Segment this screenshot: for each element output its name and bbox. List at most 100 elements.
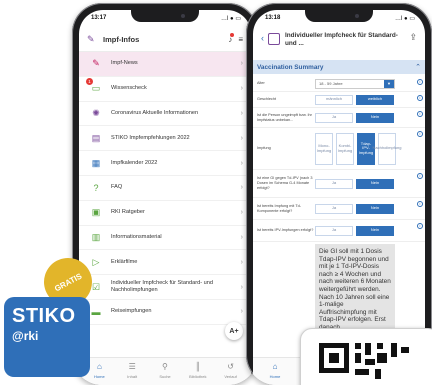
tab-label: Verlauf xyxy=(224,374,237,379)
sex-female-button[interactable]: weiblich xyxy=(356,94,394,105)
suitcase-icon: ▬ xyxy=(91,306,101,317)
chevron-right-icon: › xyxy=(240,209,243,217)
menu-item-label: Impf-News xyxy=(111,60,138,67)
chevron-down-icon: ▼ xyxy=(384,79,394,88)
signal-battery-icon: …l ● ▭ xyxy=(221,16,241,22)
menu-item-reiseimpfungen[interactable]: ▬ Reiseimpfungen › xyxy=(79,300,251,325)
chevron-right-icon: › xyxy=(240,109,243,117)
status-yes-button[interactable]: Ja xyxy=(315,112,353,123)
menu-item-coronavirus[interactable]: ✺ Coronavirus Aktuelle Informationen › xyxy=(79,102,251,127)
menu-item-label: Reiseimpfungen xyxy=(111,308,152,315)
info-icon[interactable]: i xyxy=(417,223,423,229)
share-icon[interactable]: ⇪ xyxy=(409,32,417,43)
main-menu: ✎ Impf-News › ▭ 1 Wissenscheck › ✺ Corona… xyxy=(79,52,251,325)
form-row-vaccination: Impfung Mono-Impfung Kombi-Impfung Tdap-… xyxy=(253,128,425,170)
vacc-mono-button[interactable]: Mono-Impfung xyxy=(315,132,333,165)
stiko-subtitle: @rki xyxy=(12,329,39,343)
vacc-nachhol-button[interactable]: Nachholimpfung xyxy=(373,132,401,165)
age-select[interactable]: 18 - 59 Jahre ▼ xyxy=(315,78,395,89)
home-icon: ⌂ xyxy=(96,362,102,371)
stiko-app-badge: STIKO @rki xyxy=(4,297,90,377)
info-icon[interactable]: i xyxy=(417,131,423,137)
qr-code-icon xyxy=(319,343,409,379)
hamburger-icon[interactable]: ≡ xyxy=(238,35,243,44)
qr-code-card xyxy=(300,328,432,385)
page-title: Individueller Impfcheck für Standard- un… xyxy=(285,32,398,47)
q1-label: Ist eine GI gegen Td-IPV (nach 3 Dosen i… xyxy=(257,176,313,190)
calendar-icon: ▦ xyxy=(91,157,101,168)
virus-icon: ✺ xyxy=(92,107,100,118)
notch xyxy=(305,10,373,22)
info-icon[interactable]: i xyxy=(417,111,423,117)
left-screen: 13:17 …l ● ▭ ✎ Impf-Infos ♪ ≡ ✎ Impf-New… xyxy=(79,10,251,385)
form-row-q3: Ist bereits IPV-Impfungen erfolgt? Ja Ne… xyxy=(253,220,425,242)
back-icon[interactable]: ‹ xyxy=(261,33,264,43)
chevron-right-icon: › xyxy=(240,258,243,266)
tab-bibliothek[interactable]: ║ Bibliothek xyxy=(186,362,210,385)
tab-label: Bibliothek xyxy=(189,374,207,379)
info-icon[interactable]: i xyxy=(417,79,423,85)
chat-icon: ▭ 1 xyxy=(86,77,103,96)
menu-item-rki-ratgeber[interactable]: ▣ RKI Ratgeber › xyxy=(79,201,251,226)
checklist-icon xyxy=(268,33,280,45)
vacc-kombi-button[interactable]: Kombi-Impfung xyxy=(336,132,354,165)
play-icon: ▷ xyxy=(92,256,100,267)
tab-label: Suche xyxy=(159,374,171,379)
chevron-right-icon: › xyxy=(240,283,243,291)
menu-item-label: Impfkalender 2022 xyxy=(111,159,158,166)
menu-item-faq[interactable]: ? FAQ › xyxy=(79,176,251,201)
search-icon: ⚲ xyxy=(162,362,168,371)
info-icon[interactable]: i xyxy=(417,201,423,207)
signal-battery-icon: …l ● ▭ xyxy=(395,16,415,22)
q1-yes-button[interactable]: Ja xyxy=(315,178,353,189)
chevron-right-icon: › xyxy=(240,159,243,167)
tab-inhalt[interactable]: ☰ Inhalt xyxy=(120,362,144,385)
menu-item-erklaerfilme[interactable]: ▷ Erklärfilme › xyxy=(79,250,251,276)
app-header: ✎ Impf-Infos ♪ ≡ xyxy=(79,28,251,52)
tab-verlauf[interactable]: ↺ Verlauf xyxy=(219,362,243,385)
bell-icon[interactable]: ♪ xyxy=(228,33,235,44)
camera-icon xyxy=(181,14,185,18)
menu-item-label: STIKO Impfempfehlungen 2022 xyxy=(111,134,190,141)
library-icon: ║ xyxy=(194,362,201,371)
detail-header: ‹ Individueller Impfcheck für Standard- … xyxy=(253,28,425,58)
sex-male-button[interactable]: männlich xyxy=(315,94,353,105)
impfcheck-form: Alter 18 - 59 Jahre ▼ i Geschlecht männl… xyxy=(253,76,425,242)
q2-yes-button[interactable]: Ja xyxy=(315,203,353,214)
menu-item-impfkalender[interactable]: ▦ Impfkalender 2022 › xyxy=(79,151,251,176)
q1-no-button[interactable]: Nein xyxy=(356,178,394,189)
q2-no-button[interactable]: Nein xyxy=(356,203,394,214)
age-label: Alter xyxy=(257,81,265,85)
menu-item-impf-news[interactable]: ✎ Impf-News › xyxy=(79,52,251,77)
menu-item-stiko-empfehlungen[interactable]: ▤ STIKO Impfempfehlungen 2022 › xyxy=(79,126,251,152)
info-icon[interactable]: i xyxy=(417,173,423,179)
folder-icon: ▥ xyxy=(91,231,101,242)
font-size-button[interactable]: A+ xyxy=(225,322,243,340)
status-time: 13:18 xyxy=(265,15,281,21)
menu-item-label: Individueller Impfcheck für Standard- un… xyxy=(111,280,213,294)
stiko-title: STIKO xyxy=(12,305,76,327)
q2-label: Ist bereits Impfung mit Td-Komponente er… xyxy=(257,203,302,213)
camera-icon xyxy=(355,14,359,18)
notch xyxy=(131,10,199,22)
menu-item-wissenscheck[interactable]: ▭ 1 Wissenscheck › xyxy=(79,77,251,102)
info-icon[interactable]: i xyxy=(417,95,423,101)
status-no-button[interactable]: Nein xyxy=(356,112,394,123)
section-header[interactable]: Vaccination Summary ⌃ xyxy=(253,60,425,74)
menu-item-label: Wissenscheck xyxy=(111,85,147,92)
q3-yes-button[interactable]: Ja xyxy=(315,225,353,236)
menu-item-impfcheck[interactable]: ☑ Individueller Impfcheck für Standard- … xyxy=(79,275,251,300)
tab-label: Home xyxy=(269,374,281,379)
menu-item-label: RKI Ratgeber xyxy=(111,209,145,216)
menu-item-informationsmaterial[interactable]: ▥ Informationsmaterial › xyxy=(79,226,251,251)
chevron-right-icon: › xyxy=(240,134,243,142)
left-phone: 13:17 …l ● ▭ ✎ Impf-Infos ♪ ≡ ✎ Impf-New… xyxy=(72,3,258,385)
app-title: Impf-Infos xyxy=(103,35,140,44)
sex-label: Geschlecht xyxy=(257,97,276,101)
tab-home[interactable]: ⌂ Home xyxy=(87,362,111,385)
form-row-q1: Ist eine GI gegen Td-IPV (nach 3 Dosen i… xyxy=(253,170,425,198)
q3-no-button[interactable]: Nein xyxy=(356,225,394,236)
status-label: Ist die Person ungeimpft bzw. ihr Impfst… xyxy=(257,112,312,122)
tab-suche[interactable]: ⚲ Suche xyxy=(153,362,177,385)
tab-home[interactable]: ⌂ Home xyxy=(263,362,287,385)
